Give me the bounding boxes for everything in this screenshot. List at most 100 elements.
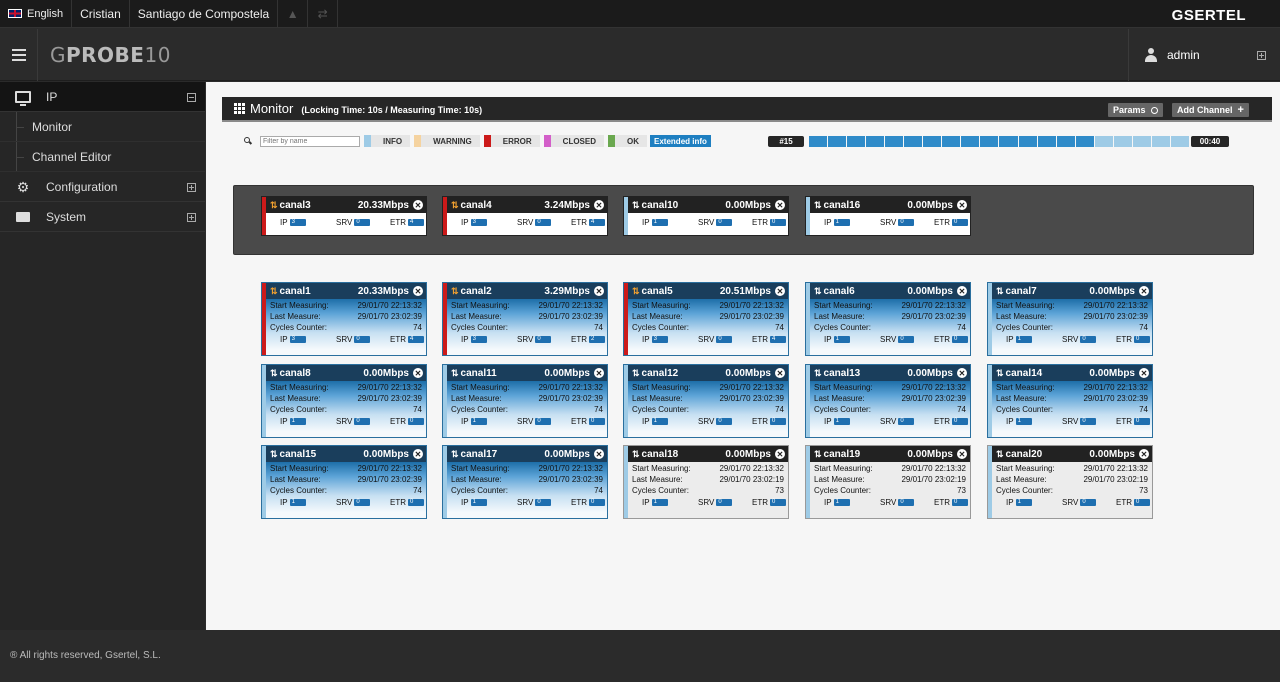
channel-card[interactable]: ⇅ canal20 0.00Mbps ✕ Start Measuring: 29/01/7… (987, 445, 1153, 519)
channel-card[interactable]: ⇅ canal16 0.00Mbps ✕ IP 1 SRV 0 ETR 0 (805, 196, 971, 236)
close-icon[interactable]: ✕ (594, 286, 604, 296)
etr-label: ETR (752, 498, 768, 507)
params-button[interactable]: Params (1108, 103, 1163, 117)
channel-card[interactable]: ⇅ canal18 0.00Mbps ✕ Start Measuring: 29/01/7… (623, 445, 789, 519)
expand-icon[interactable] (187, 183, 196, 192)
close-icon[interactable]: ✕ (594, 368, 604, 378)
channel-card[interactable]: ⇅ canal1 20.33Mbps ✕ Start Measuring: 29/01/7… (261, 282, 427, 356)
close-icon[interactable]: ✕ (1139, 368, 1149, 378)
channel-counters: IP 1 SRV 0 ETR 0 (814, 496, 968, 508)
channel-body: Start Measuring: 29/01/70 22:13:32 Last Me… (806, 299, 970, 355)
channel-card[interactable]: ⇅ canal10 0.00Mbps ✕ IP 1 SRV 0 ETR 0 (623, 196, 789, 236)
close-icon[interactable]: ✕ (413, 449, 423, 459)
channel-last-row: Last Measure: 29/01/70 23:02:39 (632, 311, 784, 322)
channel-card[interactable]: ⇅ canal8 0.00Mbps ✕ Start Measuring: 29/01/70… (261, 364, 427, 438)
channel-body-content: Start Measuring: 29/01/70 22:13:32 Last Me… (443, 381, 607, 427)
close-icon[interactable]: ✕ (413, 368, 423, 378)
ip-badge: 3 (651, 336, 668, 343)
etr-badge: 0 (589, 499, 605, 506)
channel-card[interactable]: ⇅ canal7 0.00Mbps ✕ Start Measuring: 29/01/70… (987, 282, 1153, 356)
menu-toggle-icon[interactable] (0, 29, 38, 81)
channel-body-content: Start Measuring: 29/01/70 22:13:32 Last Me… (806, 299, 970, 345)
channel-card[interactable]: ⇅ canal3 20.33Mbps ✕ IP 3 SRV 0 ETR 4 (261, 196, 427, 236)
add-channel-button[interactable]: Add Channel + (1172, 103, 1249, 117)
channel-card[interactable]: ⇅ canal12 0.00Mbps ✕ Start Measuring: 29/01/7… (623, 364, 789, 438)
ip-badge: 1 (833, 499, 850, 506)
language-selector[interactable]: English (0, 0, 73, 28)
last-value: 29/01/70 23:02:39 (538, 394, 603, 403)
close-icon[interactable]: ✕ (775, 449, 785, 459)
close-icon[interactable]: ✕ (957, 449, 967, 459)
ip-badge: 1 (1015, 336, 1032, 343)
channel-card[interactable]: ⇅ canal17 0.00Mbps ✕ Start Measuring: 29/01/7… (442, 445, 608, 519)
channel-card[interactable]: ⇅ canal5 20.51Mbps ✕ Start Measuring: 29/01/7… (623, 282, 789, 356)
legend-closed[interactable]: CLOSED (543, 135, 605, 147)
legend-info[interactable]: INFO (364, 135, 411, 147)
channel-card[interactable]: ⇅ canal4 3.24Mbps ✕ IP 3 SRV 0 ETR 4 (442, 196, 608, 236)
close-icon[interactable]: ✕ (594, 200, 604, 210)
channel-card[interactable]: ⇅ canal14 0.00Mbps ✕ Start Measuring: 29/01/7… (987, 364, 1153, 438)
channel-counters: IP 3 SRV 0 ETR 4 (632, 333, 786, 345)
close-icon[interactable]: ✕ (594, 449, 604, 459)
filter-input[interactable] (260, 135, 360, 147)
ip-counter: IP 1 (280, 417, 306, 426)
channel-start-row: Start Measuring: 29/01/70 22:13:32 (451, 382, 603, 393)
footer-copyright: ® All rights reserved, Gsertel, S.L. (10, 650, 161, 661)
close-icon[interactable]: ✕ (775, 368, 785, 378)
close-icon[interactable]: ✕ (957, 200, 967, 210)
legend-warning[interactable]: WARNING (414, 135, 480, 147)
srv-counter: SRV 0 (517, 498, 552, 507)
close-icon[interactable]: ✕ (413, 286, 423, 296)
ip-counter: IP 1 (1006, 335, 1032, 344)
sidebar-item-configuration[interactable]: ⚙ Configuration (0, 172, 205, 202)
close-icon[interactable]: ✕ (1139, 449, 1149, 459)
cycles-label: Cycles Counter: (814, 486, 871, 495)
channel-card[interactable]: ⇅ canal19 0.00Mbps ✕ Start Measuring: 29/01/7… (805, 445, 971, 519)
progress-segment (1056, 136, 1075, 147)
collapse-icon[interactable] (187, 93, 196, 102)
sync-icon[interactable]: ⇄ (308, 0, 339, 28)
user-name: Cristian (72, 0, 130, 28)
legend-error[interactable]: ERROR (483, 135, 540, 147)
warning-icon[interactable]: ▲ (278, 0, 309, 28)
channel-card[interactable]: ⇅ canal2 3.29Mbps ✕ Start Measuring: 29/01/70… (442, 282, 608, 356)
srv-badge: 0 (535, 219, 552, 226)
expand-icon[interactable] (187, 213, 196, 222)
channel-name: canal4 (460, 199, 492, 211)
close-icon[interactable]: ✕ (413, 200, 423, 210)
close-icon[interactable]: ✕ (775, 286, 785, 296)
close-icon[interactable]: ✕ (775, 200, 785, 210)
channel-body-content: IP 1 SRV 0 ETR 0 (806, 213, 970, 228)
srv-counter: SRV 0 (880, 498, 915, 507)
last-label: Last Measure: (632, 475, 683, 484)
ip-label: IP (461, 218, 469, 227)
start-value: 29/01/70 22:13:32 (538, 383, 603, 392)
transfer-icon: ⇅ (814, 285, 822, 296)
channel-body: IP 1 SRV 0 ETR 0 (806, 213, 970, 228)
channel-name: canal8 (279, 367, 311, 379)
sidebar-item-monitor[interactable]: Monitor (0, 112, 205, 142)
last-label: Last Measure: (814, 312, 865, 321)
channel-card[interactable]: ⇅ canal11 0.00Mbps ✕ Start Measuring: 29/01/7… (442, 364, 608, 438)
sidebar-item-system[interactable]: System (0, 202, 205, 232)
extended-info-button[interactable]: Extended info (650, 135, 711, 147)
channel-card[interactable]: ⇅ canal6 0.00Mbps ✕ Start Measuring: 29/01/70… (805, 282, 971, 356)
close-icon[interactable]: ✕ (957, 286, 967, 296)
ip-label: IP (824, 335, 832, 344)
channel-card[interactable]: ⇅ canal13 0.00Mbps ✕ Start Measuring: 29/01/7… (805, 364, 971, 438)
expand-icon[interactable] (1257, 51, 1266, 60)
legend-label: OK (627, 136, 640, 146)
channel-name: canal12 (641, 367, 679, 379)
close-icon[interactable]: ✕ (957, 368, 967, 378)
sidebar-item-channel-editor[interactable]: Channel Editor (0, 142, 205, 172)
user-menu[interactable]: admin (1128, 29, 1280, 81)
cycles-value: 74 (1139, 323, 1148, 332)
sidebar-item-ip[interactable]: IP (0, 82, 205, 112)
srv-label: SRV (517, 498, 534, 507)
legend-swatch (608, 135, 616, 147)
channel-body: IP 3 SRV 0 ETR 4 (443, 213, 607, 228)
cycles-value: 73 (957, 486, 966, 495)
close-icon[interactable]: ✕ (1139, 286, 1149, 296)
legend-ok[interactable]: OK (608, 135, 648, 147)
channel-card[interactable]: ⇅ canal15 0.00Mbps ✕ Start Measuring: 29/01/7… (261, 445, 427, 519)
